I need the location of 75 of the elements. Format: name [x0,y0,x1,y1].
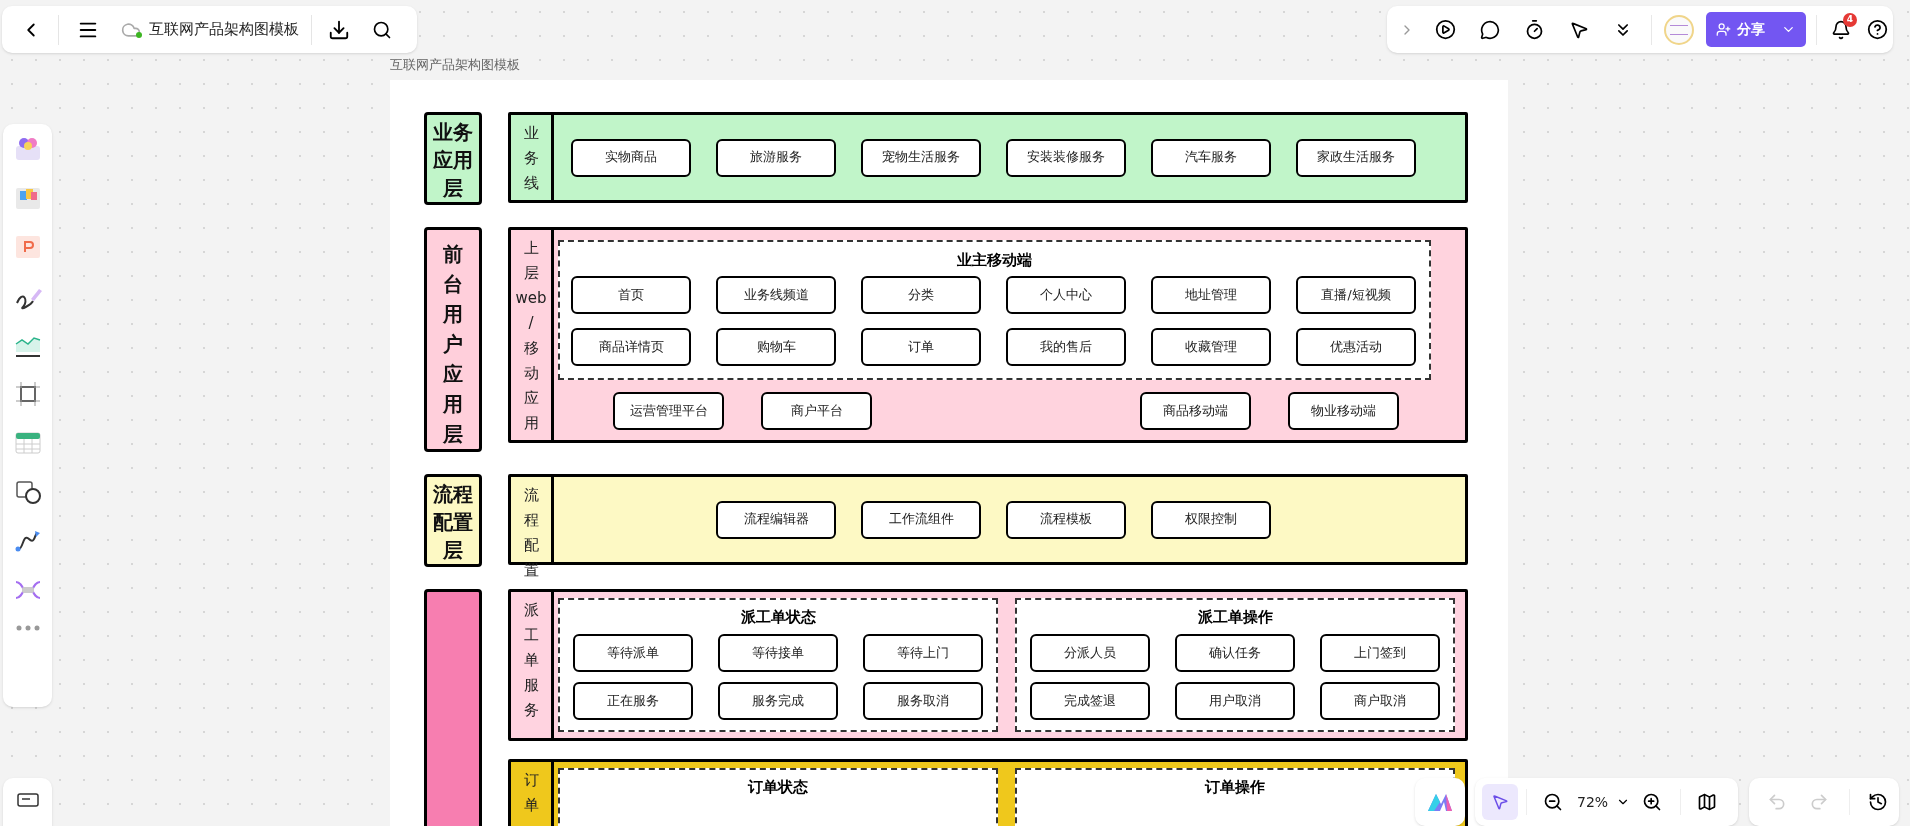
node-box: 等待接单 [718,634,838,672]
row-label: 流程配置 [523,485,539,581]
node-box: 分类 [861,276,981,314]
zoom-out-icon[interactable] [1543,792,1563,812]
node-box: 服务完成 [718,682,838,720]
node-box: 订单 [861,328,981,366]
history-icon[interactable] [1868,792,1888,812]
node-box: 等待上门 [863,634,983,672]
pointer-icon [1491,793,1509,811]
node-box: 收藏管理 [1151,328,1271,366]
node-box: 汽车服务 [1151,138,1271,177]
download-icon[interactable] [328,18,350,41]
row-label: 上层web/移动应用 [515,238,547,434]
node-box: 流程编辑器 [716,500,836,539]
select-tool-button[interactable] [1482,784,1518,820]
node-box: 业务线频道 [716,276,836,314]
help-icon[interactable] [1867,19,1888,40]
row-label: 订单 [523,770,539,816]
node-box: 个人中心 [1006,276,1126,314]
timer-icon[interactable] [1524,19,1545,40]
node-box: 完成签退 [1030,682,1150,720]
node-box: 直播/短视频 [1296,276,1416,314]
node-box: 宠物生活服务 [861,138,981,177]
canvas-title: 互联网产品架构图模板 [390,56,521,74]
user-add-icon [1716,22,1731,37]
group-title: 订单状态 [748,777,808,798]
minimap-button[interactable] [3,778,52,826]
comment-icon[interactable] [1480,19,1500,40]
node-box: 确认任务 [1175,634,1295,672]
search-icon[interactable] [372,19,392,40]
node-box: 运营管理平台 [613,392,724,430]
zoom-in-icon[interactable] [1642,792,1663,812]
group-title: 业主移动端 [957,250,1032,271]
node-box: 实物商品 [571,138,691,177]
node-box: 工作流组件 [861,500,981,539]
card-icon [15,792,40,808]
play-icon[interactable] [1435,19,1456,40]
node-box: 首页 [571,276,691,314]
document-title: 互联网产品架构图模板 [149,19,299,41]
node-box: 分派人员 [1030,634,1150,672]
group-title: 订单操作 [1205,777,1265,798]
avatar[interactable] [1664,14,1694,45]
layer-title: 业务应用层 [433,119,473,202]
node-box: 我的售后 [1006,328,1126,366]
layer-title: 前台用户应用层 [443,241,463,448]
node-box: 购物车 [716,328,836,366]
node-box: 商户取消 [1320,682,1440,720]
node-box: 地址管理 [1151,276,1271,314]
share-button[interactable]: 分享 [1706,12,1806,47]
logo [1426,792,1454,812]
group-title: 派工单操作 [1197,607,1273,628]
node-box: 商品详情页 [571,328,691,366]
group-title: 派工单状态 [740,607,816,628]
node-box: 用户取消 [1175,682,1295,720]
node-box: 优惠活动 [1296,328,1416,366]
row-label: 业务线 [523,123,539,194]
row-label: 派工单服务 [523,600,539,721]
node-box: 等待派单 [573,634,693,672]
notification-badge: 4 [1843,12,1857,27]
node-box: 安装装修服务 [1006,138,1126,177]
node-box: 正在服务 [573,682,693,720]
node-box: 服务取消 [863,682,983,720]
notifications-button[interactable]: 4 [1831,12,1857,40]
node-box: 物业移动端 [1288,392,1399,430]
layer-title: 流程配置层 [433,481,473,564]
node-box: 流程模板 [1006,500,1126,539]
zoom-level[interactable]: 72% [1577,791,1609,813]
ai-button[interactable] [1415,778,1465,826]
node-box: 权限控制 [1151,500,1271,539]
node-box: 商品移动端 [1140,392,1251,430]
node-box: 旅游服务 [716,138,836,177]
node-box: 商户平台 [761,392,872,430]
map-icon[interactable] [1697,792,1718,812]
node-box: 家政生活服务 [1296,138,1416,177]
node-box: 上门签到 [1320,634,1440,672]
